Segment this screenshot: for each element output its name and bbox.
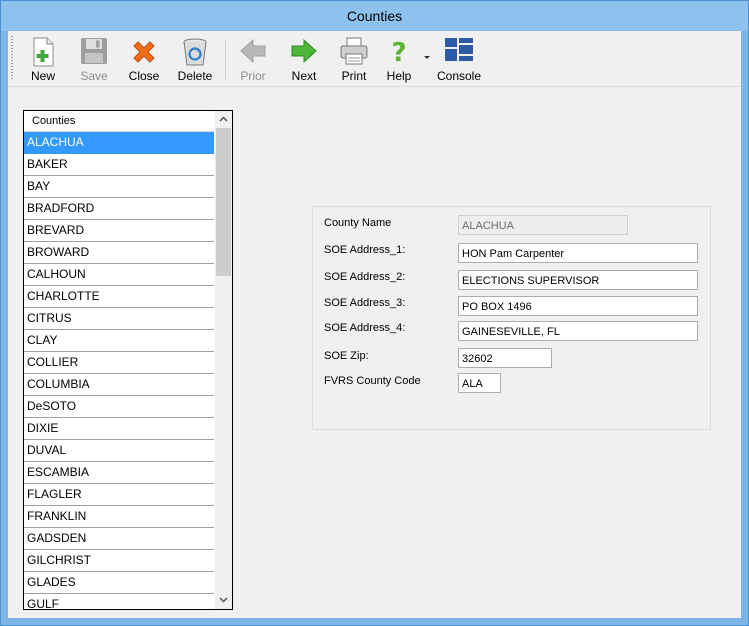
toolbar: New Save Close Delete Prior Next Print ?… <box>8 31 741 87</box>
print-label: Print <box>341 69 367 83</box>
window: Counties New Save Close Delete Prior Nex… <box>0 0 749 626</box>
soe-address-3-field[interactable]: PO BOX 1496 <box>458 296 698 316</box>
county-name-field: ALACHUA <box>458 215 628 235</box>
soe-address-2-field[interactable]: ELECTIONS SUPERVISOR <box>458 270 698 290</box>
console-label: Console <box>436 69 482 83</box>
soe-address-2-label: SOE Address_2: <box>324 271 406 283</box>
help-question-icon: ? <box>391 38 406 67</box>
list-item[interactable]: BREVARD <box>24 220 214 242</box>
list-item[interactable]: BAKER <box>24 154 214 176</box>
list-item[interactable]: ALACHUA <box>24 132 214 154</box>
soe-address-3-label: SOE Address_3: <box>324 297 406 309</box>
list-item[interactable]: COLLIER <box>24 352 214 374</box>
help-button[interactable]: ? Help <box>375 35 423 83</box>
soe-zip-field[interactable]: 32602 <box>458 348 552 368</box>
list-item[interactable]: FLAGLER <box>24 484 214 506</box>
soe-address-1-field[interactable]: HON Pam Carpenter <box>458 243 698 263</box>
list-item[interactable]: GADSDEN <box>24 528 214 550</box>
list-header-label: Counties <box>32 115 76 127</box>
window-title: Counties <box>1 1 748 31</box>
save-disk-icon <box>81 38 107 64</box>
recycle-bin-icon <box>183 38 207 66</box>
delete-label: Delete <box>177 69 213 83</box>
list-scrollbar[interactable] <box>215 111 232 609</box>
chevron-up-icon <box>219 116 228 122</box>
next-button[interactable]: Next <box>280 35 328 83</box>
county-details-panel: County Name ALACHUA SOE Address_1: HON P… <box>312 206 711 430</box>
list-item[interactable]: BROWARD <box>24 242 214 264</box>
console-tiles-icon <box>445 38 473 61</box>
toolbar-grip[interactable] <box>11 36 13 80</box>
save-label: Save <box>80 69 108 83</box>
new-document-icon <box>33 37 54 67</box>
list-item[interactable]: FRANKLIN <box>24 506 214 528</box>
list-item[interactable]: CALHOUN <box>24 264 214 286</box>
new-button[interactable]: New <box>19 35 67 83</box>
toolbar-separator <box>225 39 226 79</box>
console-button[interactable]: Console <box>435 35 483 83</box>
list-item[interactable]: DIXIE <box>24 418 214 440</box>
list-item[interactable]: CLAY <box>24 330 214 352</box>
list-item[interactable]: BRADFORD <box>24 198 214 220</box>
close-x-icon <box>133 41 155 63</box>
list-item[interactable]: DUVAL <box>24 440 214 462</box>
new-label: New <box>30 69 55 83</box>
list-item[interactable]: COLUMBIA <box>24 374 214 396</box>
print-button[interactable]: Print <box>330 35 378 83</box>
soe-zip-label: SOE Zip: <box>324 350 369 362</box>
list-item[interactable]: CHARLOTTE <box>24 286 214 308</box>
county-name-label: County Name <box>324 217 392 229</box>
help-label: Help <box>386 69 412 83</box>
soe-address-1-label: SOE Address_1: <box>324 244 406 256</box>
list-item[interactable]: GILCHRIST <box>24 550 214 572</box>
list-item[interactable]: DeSOTO <box>24 396 214 418</box>
counties-list[interactable]: Counties ALACHUA BAKER BAY BRADFORD BREVARD B… <box>23 110 233 610</box>
save-button[interactable]: Save <box>70 35 118 83</box>
scroll-up-button[interactable] <box>215 111 232 128</box>
list-item[interactable]: GLADES <box>24 572 214 594</box>
fvrs-county-code-field[interactable]: ALA <box>458 373 501 393</box>
soe-address-4-label: SOE Address_4: <box>324 322 406 334</box>
prior-button[interactable]: Prior <box>229 35 277 83</box>
next-label: Next <box>291 69 317 83</box>
chevron-down-icon <box>219 597 228 603</box>
fvrs-county-code-label: FVRS County Code <box>324 375 421 387</box>
list-item[interactable]: BAY <box>24 176 214 198</box>
list-item[interactable]: ESCAMBIA <box>24 462 214 484</box>
soe-address-4-field[interactable]: GAINESEVILLE, FL <box>458 321 698 341</box>
list-item[interactable]: CITRUS <box>24 308 214 330</box>
arrow-left-icon <box>240 38 266 64</box>
scroll-thumb[interactable] <box>216 128 231 276</box>
list-item[interactable]: GULF <box>24 594 214 609</box>
delete-button[interactable]: Delete <box>171 35 219 83</box>
arrow-right-icon <box>291 38 317 64</box>
client-area: New Save Close Delete Prior Next Print ?… <box>8 31 741 618</box>
scroll-down-button[interactable] <box>215 592 232 609</box>
list-header[interactable]: Counties <box>24 111 214 132</box>
list-rows: ALACHUA BAKER BAY BRADFORD BREVARD BROWARD CAL… <box>24 132 214 609</box>
help-dropdown-arrow-icon[interactable] <box>424 56 430 59</box>
close-button[interactable]: Close <box>120 35 168 83</box>
prior-label: Prior <box>240 69 266 83</box>
printer-icon <box>340 37 368 65</box>
svg-text:?: ? <box>391 38 406 67</box>
close-label: Close <box>128 69 160 83</box>
